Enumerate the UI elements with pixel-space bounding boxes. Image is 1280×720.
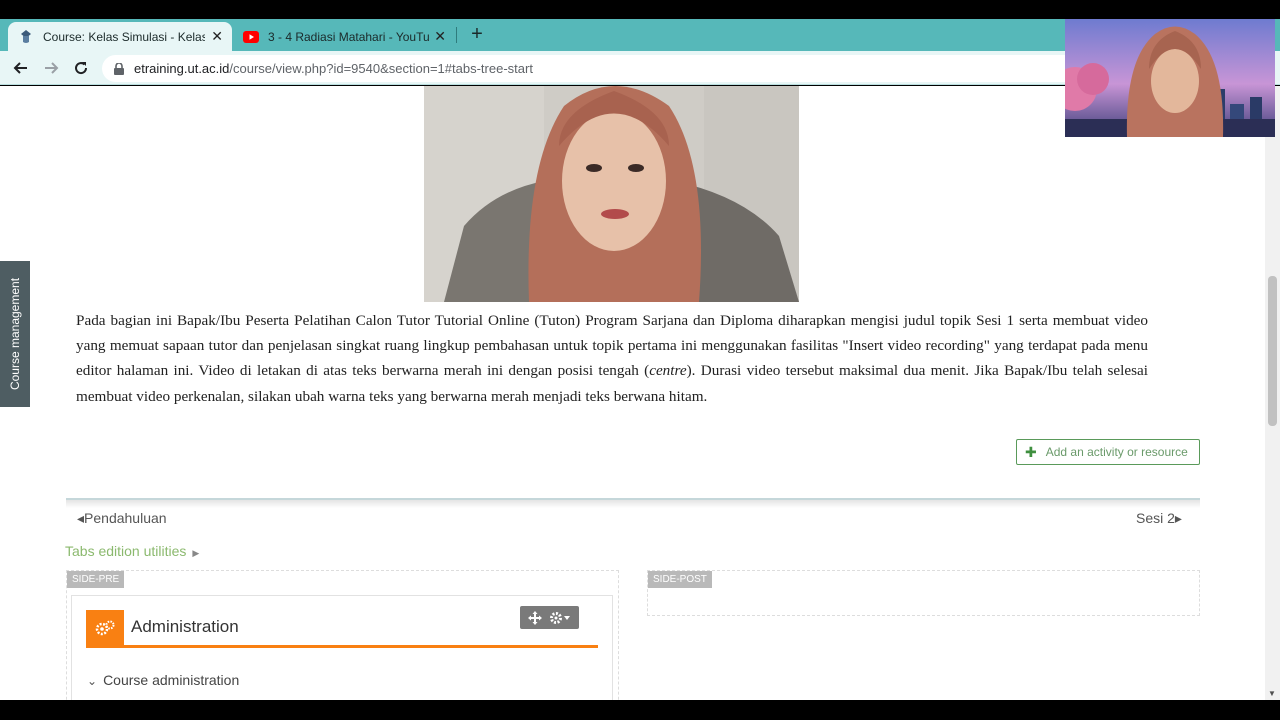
arrow-left-icon — [13, 62, 27, 74]
description-italic: centre — [649, 362, 687, 380]
reload-icon — [75, 62, 88, 75]
embedded-video[interactable] — [424, 86, 799, 302]
new-tab-button[interactable]: + — [466, 23, 488, 45]
screen-bottom-border — [0, 700, 1280, 720]
scrollbar-thumb[interactable] — [1268, 276, 1277, 426]
tabs-edition-utilities-label: Tabs edition utilities — [65, 543, 187, 559]
moodle-hat-icon — [18, 29, 34, 45]
next-section-link[interactable]: Sesi 2▸ — [1136, 510, 1182, 527]
arrow-right-icon — [45, 62, 59, 74]
add-activity-label: Add an activity or resource — [1045, 445, 1188, 459]
administration-underline — [86, 645, 598, 648]
side-post-region: SIDE-POST — [647, 570, 1200, 616]
tab-title: Course: Kelas Simulasi - Kelas 11 — [43, 29, 205, 44]
webcam-overlay — [1065, 19, 1275, 137]
section-nav-bar — [66, 500, 1200, 508]
course-management-tab[interactable]: Course management — [0, 261, 30, 407]
close-tab-icon[interactable]: ✕ — [211, 28, 223, 45]
course-management-label: Course management — [8, 277, 22, 391]
course-administration-node[interactable]: ⌄ Course administration — [87, 672, 239, 688]
url-host: etraining.ut.ac.id — [134, 61, 230, 76]
tabs-edition-utilities-toggle[interactable]: Tabs edition utilities ▶ — [65, 543, 199, 559]
screen-top-border — [0, 0, 1280, 19]
block-actions-menu[interactable] — [520, 606, 579, 629]
add-activity-button[interactable]: ✚ Add an activity or resource — [1016, 439, 1200, 465]
url-path: /course/view.php?id=9540&section=1#tabs-… — [229, 61, 533, 76]
page-scrollbar[interactable]: ▼ — [1265, 86, 1280, 700]
administration-title: Administration — [131, 617, 239, 636]
plus-icon: ✚ — [1025, 443, 1037, 460]
cogs-icon — [86, 610, 124, 646]
chevron-down-icon: ⌄ — [87, 674, 98, 688]
close-tab-icon[interactable]: ✕ — [434, 28, 446, 45]
scroll-down-arrow-icon[interactable]: ▼ — [1268, 689, 1276, 698]
side-post-label: SIDE-POST — [648, 571, 712, 588]
tab-course[interactable]: Course: Kelas Simulasi - Kelas 11 ✕ — [8, 22, 232, 51]
side-pre-label: SIDE-PRE — [67, 571, 125, 588]
forward-button[interactable] — [40, 57, 62, 79]
section-description: Pada bagian ini Bapak/Ibu Peserta Pelati… — [76, 308, 1148, 409]
gear-dropdown-icon — [550, 611, 571, 624]
tab-title: 3 - 4 Radiasi Matahari - YouTube — [268, 29, 430, 44]
previous-section-link[interactable]: ◂Pendahuluan — [77, 510, 167, 527]
lock-icon — [114, 62, 128, 75]
caret-right-icon: ▶ — [192, 548, 200, 558]
back-button[interactable] — [10, 57, 32, 79]
youtube-icon — [243, 29, 259, 45]
course-administration-label: Course administration — [103, 672, 240, 688]
tab-separator — [456, 27, 457, 43]
tab-youtube[interactable]: 3 - 4 Radiasi Matahari - YouTube ✕ — [233, 22, 455, 51]
administration-block: Administration ⌄ Course administration — [71, 595, 613, 700]
reload-button[interactable] — [70, 57, 92, 79]
page-content: Pada bagian ini Bapak/Ibu Peserta Pelati… — [0, 86, 1265, 700]
move-icon — [527, 610, 542, 625]
url-bar[interactable]: etraining.ut.ac.id/course/view.php?id=95… — [102, 55, 1102, 82]
